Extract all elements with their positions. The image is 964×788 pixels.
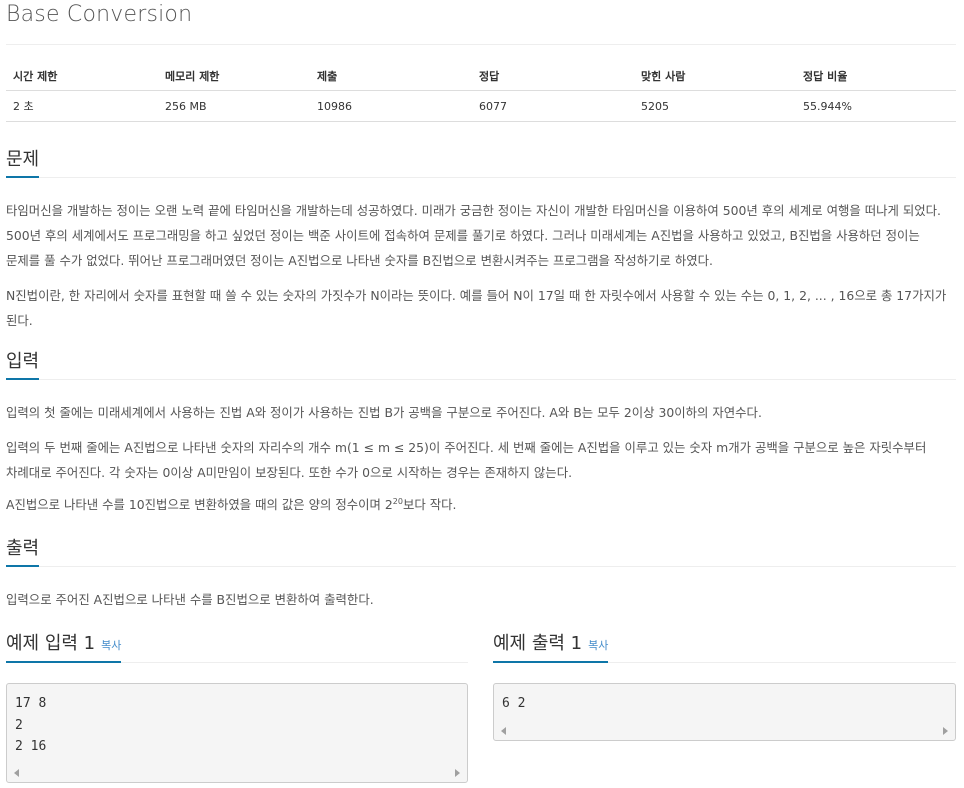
- sample-output-title-underline: [493, 661, 608, 663]
- problem-heading-baseline: [6, 177, 956, 178]
- value-ratio: 55.944%: [796, 90, 956, 122]
- output-heading-baseline: [6, 566, 956, 567]
- input-description-paragraph-3: A진법으로 나타낸 수를 10진법으로 변환하였을 때의 값은 양의 정수이며 …: [6, 492, 956, 517]
- sample-input-horizontal-scrollbar[interactable]: [7, 764, 467, 782]
- input-heading-underline: [6, 378, 39, 380]
- scroll-left-arrow-icon[interactable]: [14, 769, 19, 777]
- problem-heading: 문제: [6, 149, 40, 170]
- problem-description-paragraph-1: 타임머신을 개발하는 정이는 오랜 노력 끝에 타임머신을 개발하는데 성공하였…: [6, 203, 941, 268]
- title-divider: [6, 44, 956, 45]
- header-memory-limit: 메모리 제한: [158, 62, 310, 91]
- output-description: 입력으로 주어진 A진법으로 나타낸 수를 B진법으로 변환하여 출력한다.: [6, 592, 374, 607]
- sample-output-line-1: 6 2: [502, 696, 526, 711]
- input-p3-exponent: 20: [392, 496, 403, 506]
- sample-input-line-2: 2: [15, 717, 23, 733]
- sample-input-line-1: 17 8: [15, 696, 47, 711]
- sample-output-horizontal-scrollbar[interactable]: [494, 722, 955, 740]
- input-p3-text-after: 보다 작다.: [402, 497, 457, 512]
- sample-input-title: 예제 입력 1 복사: [6, 632, 121, 658]
- input-heading: 입력: [6, 351, 40, 372]
- scroll-right-arrow-icon[interactable]: [943, 727, 948, 735]
- problem-info-table: 시간 제한 메모리 제한 제출 정답 맞힌 사람 정답 비율 2 초 256 M…: [6, 62, 956, 122]
- value-accepted: 6077: [472, 90, 634, 122]
- sample-input-title-underline: [6, 661, 121, 663]
- value-solvers: 5205: [634, 90, 796, 122]
- header-time-limit: 시간 제한: [6, 62, 158, 91]
- header-submissions: 제출: [310, 62, 472, 91]
- scroll-left-arrow-icon[interactable]: [501, 727, 506, 735]
- sample-input-lines: 17 8 2 2 16: [7, 684, 467, 758]
- output-heading-underline: [6, 565, 39, 567]
- input-description-paragraph-2: 입력의 두 번째 줄에는 A진법으로 나타낸 숫자의 자리수의 개수 m(1 ≤…: [6, 440, 927, 480]
- sample-output-lines: 6 2: [494, 684, 955, 715]
- sample-output-box[interactable]: 6 2: [493, 683, 956, 741]
- header-solvers: 맞힌 사람: [634, 62, 796, 91]
- info-header-row: 시간 제한 메모리 제한 제출 정답 맞힌 사람 정답 비율: [6, 62, 956, 91]
- sample-output-copy-button[interactable]: 복사: [588, 639, 608, 652]
- sample-output-title-text: 예제 출력 1: [493, 633, 583, 654]
- input-heading-baseline: [6, 379, 956, 380]
- page-title: Base Conversion: [6, 2, 193, 27]
- input-description-paragraph-1: 입력의 첫 줄에는 미래세계에서 사용하는 진법 A와 정이가 사용하는 진법 …: [6, 405, 762, 420]
- problem-heading-underline: [6, 176, 39, 178]
- sample-input-line-3: 2 16: [15, 739, 47, 754]
- value-time-limit: 2 초: [6, 90, 158, 122]
- input-p3-text-before: A진법으로 나타낸 수를 10진법으로 변환하였을 때의 값은 양의 정수이며 …: [6, 497, 393, 512]
- sample-input-title-text: 예제 입력 1: [6, 633, 96, 654]
- sample-output-title: 예제 출력 1 복사: [493, 632, 608, 658]
- header-accepted: 정답: [472, 62, 634, 91]
- sample-input-copy-button[interactable]: 복사: [101, 639, 121, 652]
- info-value-row: 2 초 256 MB 10986 6077 5205 55.944%: [6, 90, 956, 122]
- header-ratio: 정답 비율: [796, 62, 956, 91]
- scroll-right-arrow-icon[interactable]: [455, 769, 460, 777]
- value-submissions: 10986: [310, 90, 472, 122]
- output-heading: 출력: [6, 538, 40, 559]
- sample-input-box[interactable]: 17 8 2 2 16: [6, 683, 468, 783]
- value-memory-limit: 256 MB: [158, 90, 310, 122]
- problem-description-paragraph-2: N진법이란, 한 자리에서 숫자를 표현할 때 쓸 수 있는 숫자의 가짓수가 …: [6, 288, 947, 328]
